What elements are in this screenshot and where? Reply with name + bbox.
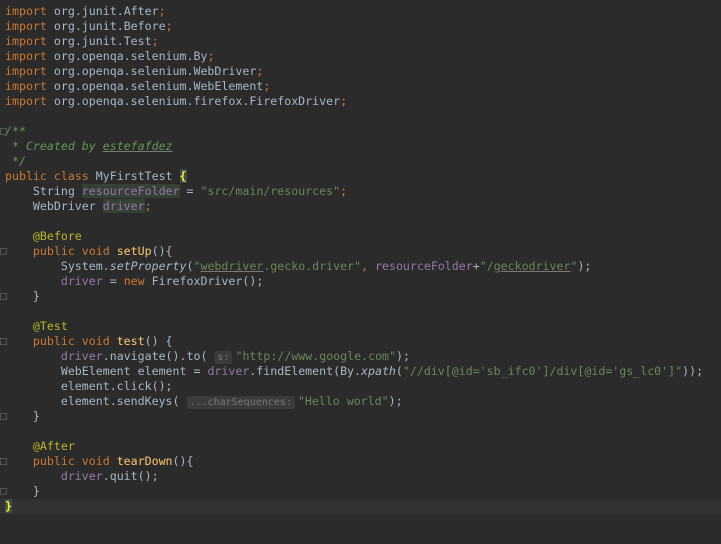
fold-marker-icon[interactable] [0, 338, 7, 345]
code-line-25: WebElement element = driver.findElement(… [60, 364, 704, 378]
code-line-26: element.click(); [60, 379, 173, 393]
fold-marker-icon[interactable] [0, 128, 7, 135]
code-line-17: public void setUp(){ [32, 244, 173, 258]
code-line-9: /** [5, 124, 26, 138]
code-line-28: } [32, 409, 40, 423]
fold-marker-icon[interactable] [0, 248, 7, 255]
code-line-18: System.setProperty("webdriver.gecko.driv… [60, 259, 592, 273]
code-line-10: * Created by estefafdez [5, 139, 173, 153]
code-line-5: import org.openqa.selenium.WebDriver; [5, 64, 264, 78]
code-line-12: public class MyFirstTest { [5, 169, 187, 183]
parameter-hint: ...charSequences: [186, 396, 295, 409]
code-line-27: element.sendKeys( ...charSequences: "Hell… [60, 394, 403, 409]
code-line-16: @Before [32, 229, 82, 243]
fold-marker-icon[interactable] [0, 413, 7, 420]
code-line-11: */ [5, 154, 26, 168]
code-line-30: @After [32, 439, 75, 453]
code-line-32: driver.quit(); [60, 469, 159, 483]
code-line-1: import org.junit.After; [5, 4, 166, 18]
parameter-hint: s: [214, 351, 233, 364]
fold-marker-icon[interactable] [0, 488, 7, 495]
fold-marker-icon[interactable] [0, 458, 7, 465]
fold-marker-icon[interactable] [0, 293, 7, 300]
code-line-13: String resourceFolder = "src/main/resour… [32, 184, 348, 198]
code-editor[interactable]: import org.junit.After; import org.junit… [0, 0, 721, 544]
code-line-14: WebDriver driver; [32, 199, 152, 213]
code-line-33: } [32, 484, 40, 498]
code-line-24: driver.navigate().to( s: "http://www.goog… [60, 349, 410, 364]
code-line-3: import org.junit.Test; [5, 34, 159, 48]
code-line-34-current: } [0, 499, 721, 514]
code-line-6: import org.openqa.selenium.WebElement; [5, 79, 271, 93]
code-line-31: public void tearDown(){ [32, 454, 194, 468]
code-line-23: public void test() { [32, 334, 173, 348]
code-line-2: import org.junit.Before; [5, 19, 173, 33]
code-line-19: driver = new FirefoxDriver(); [60, 274, 264, 288]
code-line-4: import org.openqa.selenium.By; [5, 49, 215, 63]
code-line-22: @Test [32, 319, 68, 333]
code-line-7: import org.openqa.selenium.firefox.Firef… [5, 94, 348, 108]
code-line-20: } [32, 289, 40, 303]
